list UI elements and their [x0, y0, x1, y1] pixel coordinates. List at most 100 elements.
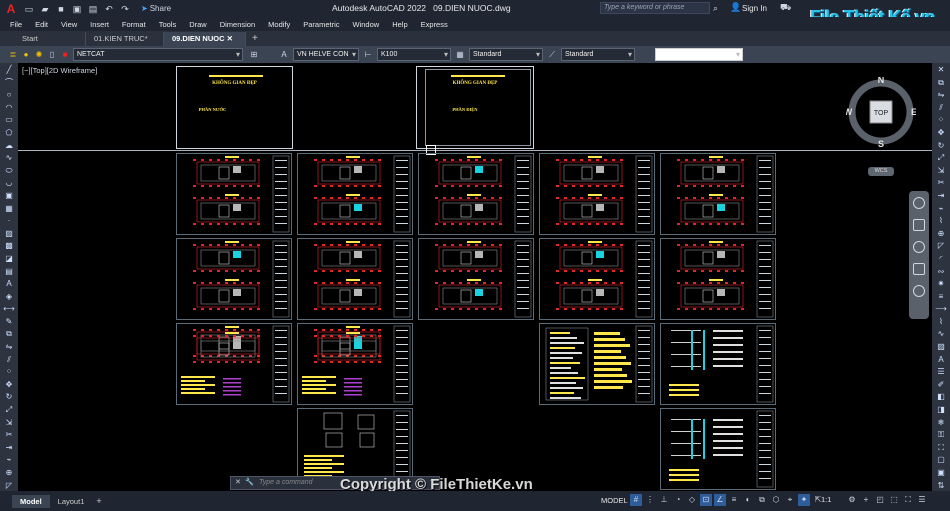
- hardware-acceleration-icon[interactable]: ⬚: [888, 494, 900, 506]
- user-icon[interactable]: 👤: [730, 2, 741, 13]
- multileader-style-icon[interactable]: ⟋: [547, 50, 557, 60]
- save-icon[interactable]: ■: [55, 3, 67, 15]
- print-icon[interactable]: ▤: [87, 3, 99, 15]
- drawing-sheet[interactable]: [660, 408, 776, 490]
- annotation-visibility-toggle-icon[interactable]: ✦: [798, 494, 810, 506]
- viewport-controls-label[interactable]: [−][Top][2D Wireframe]: [22, 66, 97, 75]
- mirror-tool-icon[interactable]: ⇋: [3, 342, 15, 352]
- array-modify-icon[interactable]: ⁘: [935, 115, 947, 125]
- stretch-tool-icon[interactable]: ⇲: [3, 418, 15, 428]
- layer-off-modify-icon[interactable]: ◨: [935, 405, 947, 415]
- layout-tab-layout1[interactable]: Layout1: [50, 495, 93, 508]
- text-style-icon[interactable]: A: [279, 50, 289, 60]
- mtext-tool-icon[interactable]: A: [3, 279, 15, 289]
- arc-tool-icon[interactable]: ◠: [3, 103, 15, 113]
- lightbulb-icon[interactable]: ●: [21, 50, 31, 60]
- menu-insert[interactable]: Insert: [90, 20, 109, 29]
- tab-dien-nuoc[interactable]: 09.DIEN NUOC ✕: [164, 32, 246, 46]
- explode-modify-icon[interactable]: ✷: [935, 279, 947, 289]
- move-modify-icon[interactable]: ✥: [935, 128, 947, 138]
- point-tool-icon[interactable]: ·: [3, 216, 15, 226]
- menu-parametric[interactable]: Parametric: [303, 20, 339, 29]
- properties-modify-icon[interactable]: ☰: [935, 367, 947, 377]
- polyline-tool-icon[interactable]: ⌒: [3, 78, 15, 88]
- ellipse-tool-icon[interactable]: ⬭: [3, 166, 15, 176]
- command-settings-icon[interactable]: 🔧: [245, 477, 254, 489]
- menu-draw[interactable]: Draw: [189, 20, 207, 29]
- menu-help[interactable]: Help: [392, 20, 407, 29]
- drawing-sheet[interactable]: [176, 323, 292, 405]
- circle-tool-icon[interactable]: ○: [3, 90, 15, 100]
- steering-wheel-icon[interactable]: [913, 197, 925, 209]
- ungroup-modify-icon[interactable]: ▣: [935, 468, 947, 478]
- drawing-sheet[interactable]: [539, 153, 655, 235]
- edit-polyline-modify-icon[interactable]: ⌇: [935, 317, 947, 327]
- unlock-modify-icon[interactable]: ⚿: [935, 430, 947, 440]
- search-icon[interactable]: ⌕: [713, 3, 718, 14]
- isodraft-toggle-icon[interactable]: ◇: [686, 494, 698, 506]
- object-snap-tracking-toggle-icon[interactable]: ∠: [714, 494, 726, 506]
- dim-style-dropdown[interactable]: Standard: [469, 48, 543, 61]
- sun-icon[interactable]: ✺: [34, 50, 44, 60]
- annotation-scale-button[interactable]: 1:1: [821, 495, 831, 504]
- chamfer-tool-icon[interactable]: ◸: [3, 481, 15, 491]
- ellipse-arc-tool-icon[interactable]: ◡: [3, 178, 15, 188]
- layout-tab-model[interactable]: Model: [12, 494, 50, 508]
- 3d-osnap-toggle-icon[interactable]: ⬡: [770, 494, 782, 506]
- copy-tool-icon[interactable]: ⧉: [3, 329, 15, 339]
- ortho-toggle-icon[interactable]: ⊥: [658, 494, 670, 506]
- line-tool-icon[interactable]: ╱: [3, 65, 15, 75]
- insert-block-tool-icon[interactable]: ▣: [3, 191, 15, 201]
- add-layout-button[interactable]: +: [96, 496, 101, 506]
- isolate-objects-icon[interactable]: ◰: [874, 494, 886, 506]
- text-style-dropdown[interactable]: VN HELVE CON: [293, 48, 359, 61]
- drawing-sheet[interactable]: [176, 153, 292, 235]
- group-modify-icon[interactable]: ▢: [935, 455, 947, 465]
- menu-express[interactable]: Express: [421, 20, 448, 29]
- scale-modify-icon[interactable]: ⤢: [935, 153, 947, 163]
- blank-field-input[interactable]: [655, 48, 743, 61]
- grid-toggle-icon[interactable]: #: [630, 494, 642, 506]
- close-tab-icon[interactable]: ✕: [227, 34, 233, 43]
- model-space-button[interactable]: MODEL: [601, 496, 628, 505]
- table-style-icon[interactable]: ▦: [455, 50, 465, 60]
- menu-modify[interactable]: Modify: [268, 20, 290, 29]
- ucs-menu-button[interactable]: WCS: [868, 167, 894, 176]
- drawing-sheet[interactable]: [660, 153, 776, 235]
- polygon-tool-icon[interactable]: ⬠: [3, 128, 15, 138]
- drawing-sheet[interactable]: [418, 153, 534, 235]
- blend-modify-icon[interactable]: ∾: [935, 267, 947, 277]
- trim-modify-icon[interactable]: ✂: [935, 178, 947, 188]
- selection-cycling-toggle-icon[interactable]: ⧉: [756, 494, 768, 506]
- drawing-sheet[interactable]: [660, 323, 776, 405]
- revcloud-tool-icon[interactable]: ☁: [3, 141, 15, 151]
- sign-in-button[interactable]: Sign In: [742, 4, 767, 13]
- drawing-sheet[interactable]: [297, 238, 413, 320]
- snap-toggle-icon[interactable]: ⋮: [644, 494, 656, 506]
- drawing-sheet[interactable]: [539, 238, 655, 320]
- transparency-toggle-icon[interactable]: ◐: [742, 494, 754, 506]
- close-command-icon[interactable]: ✕: [235, 477, 241, 489]
- spline-tool-icon[interactable]: ∿: [3, 153, 15, 163]
- polar-toggle-icon[interactable]: ◔: [672, 494, 684, 506]
- stretch-modify-icon[interactable]: ⇲: [935, 166, 947, 176]
- draworder-modify-icon[interactable]: ⇅: [935, 481, 947, 491]
- add-tab-button[interactable]: +: [246, 32, 264, 46]
- hatch-tool-icon[interactable]: ▨: [3, 229, 15, 239]
- drawing-sheet[interactable]: [418, 238, 534, 320]
- menu-tools[interactable]: Tools: [159, 20, 177, 29]
- open-folder-icon[interactable]: ▰: [39, 3, 51, 15]
- drawing-sheet[interactable]: [297, 153, 413, 235]
- autocad-logo-icon[interactable]: A: [3, 2, 19, 16]
- share-button[interactable]: ➤ Share: [141, 4, 171, 13]
- join-tool-icon[interactable]: ⊕: [3, 468, 15, 478]
- chamfer-modify-icon[interactable]: ◸: [935, 241, 947, 251]
- undo-icon[interactable]: ↶: [103, 3, 115, 15]
- align-modify-icon[interactable]: ≡: [935, 292, 947, 302]
- drawing-sheet[interactable]: [660, 238, 776, 320]
- break-tool-icon[interactable]: ⌁: [3, 455, 15, 465]
- edit-hatch-modify-icon[interactable]: ▨: [935, 342, 947, 352]
- menu-file[interactable]: File: [10, 20, 22, 29]
- make-block-tool-icon[interactable]: ▦: [3, 204, 15, 214]
- offset-modify-icon[interactable]: ⫽: [935, 103, 947, 113]
